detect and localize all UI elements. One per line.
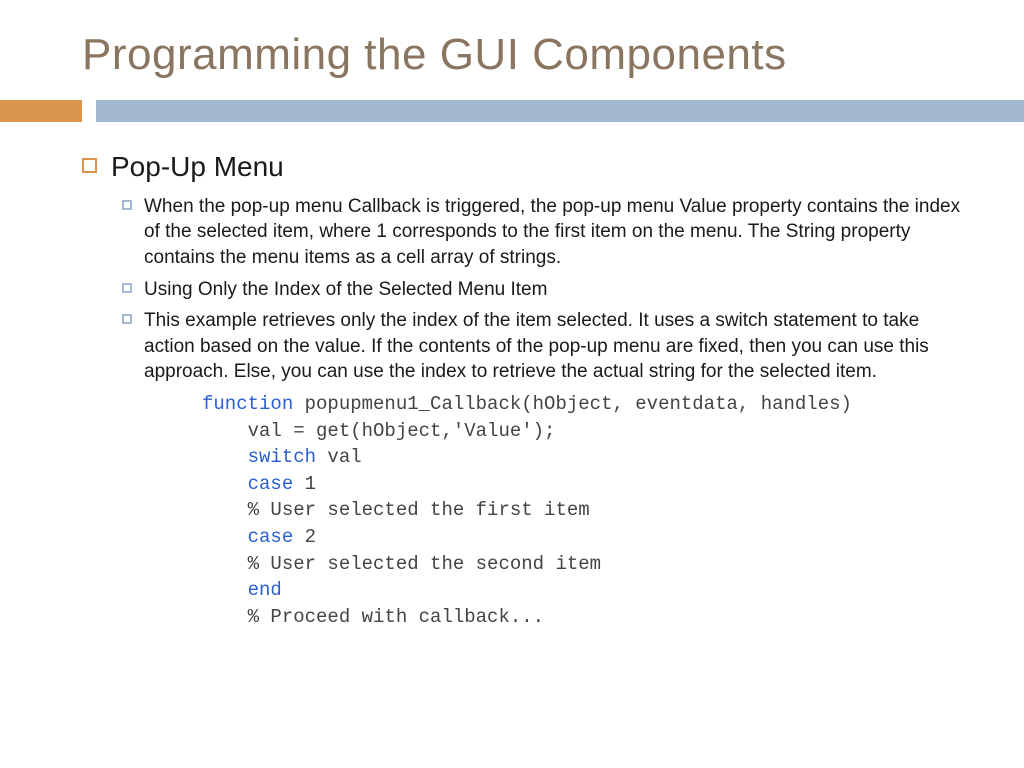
code-text: popupmenu1_Callback(hObject, eventdata, … [293,393,852,415]
keyword: function [202,393,293,415]
code-line: % User selected the second item [202,551,964,578]
code-text: val [316,446,362,468]
square-bullet-icon [82,158,97,173]
code-line: case 2 [202,524,964,551]
code-text: 1 [293,473,316,495]
code-line: val = get(hObject,'Value'); [202,418,964,445]
bullet-text: Using Only the Index of the Selected Men… [144,277,547,303]
section-heading: Pop-Up Menu [111,150,284,184]
keyword: case [248,526,294,548]
code-indent [202,526,248,548]
code-line: function popupmenu1_Callback(hObject, ev… [202,391,964,418]
divider-gap [82,100,96,122]
divider [0,100,1024,122]
bullet-text: This example retrieves only the index of… [144,308,964,385]
divider-main [96,100,1024,122]
code-indent [202,579,248,601]
keyword: switch [248,446,316,468]
slide-title: Programming the GUI Components [0,30,1024,100]
code-line: case 1 [202,471,964,498]
code-indent [202,473,248,495]
code-line: % Proceed with callback... [202,604,964,631]
code-block: function popupmenu1_Callback(hObject, ev… [202,391,964,630]
keyword: end [248,579,282,601]
code-text: 2 [293,526,316,548]
divider-accent [0,100,82,122]
keyword: case [248,473,294,495]
square-bullet-icon [122,314,132,324]
bullet-text: When the pop-up menu Callback is trigger… [144,194,964,271]
slide: Programming the GUI Components Pop-Up Me… [0,0,1024,768]
bullet-item: Using Only the Index of the Selected Men… [122,277,964,303]
code-line: % User selected the first item [202,497,964,524]
square-bullet-icon [122,283,132,293]
code-indent [202,446,248,468]
section-heading-row: Pop-Up Menu [82,150,964,184]
content: Pop-Up Menu When the pop-up menu Callbac… [0,150,1024,630]
bullet-item: When the pop-up menu Callback is trigger… [122,194,964,271]
square-bullet-icon [122,200,132,210]
code-line: switch val [202,444,964,471]
code-line: end [202,577,964,604]
bullet-item: This example retrieves only the index of… [122,308,964,385]
